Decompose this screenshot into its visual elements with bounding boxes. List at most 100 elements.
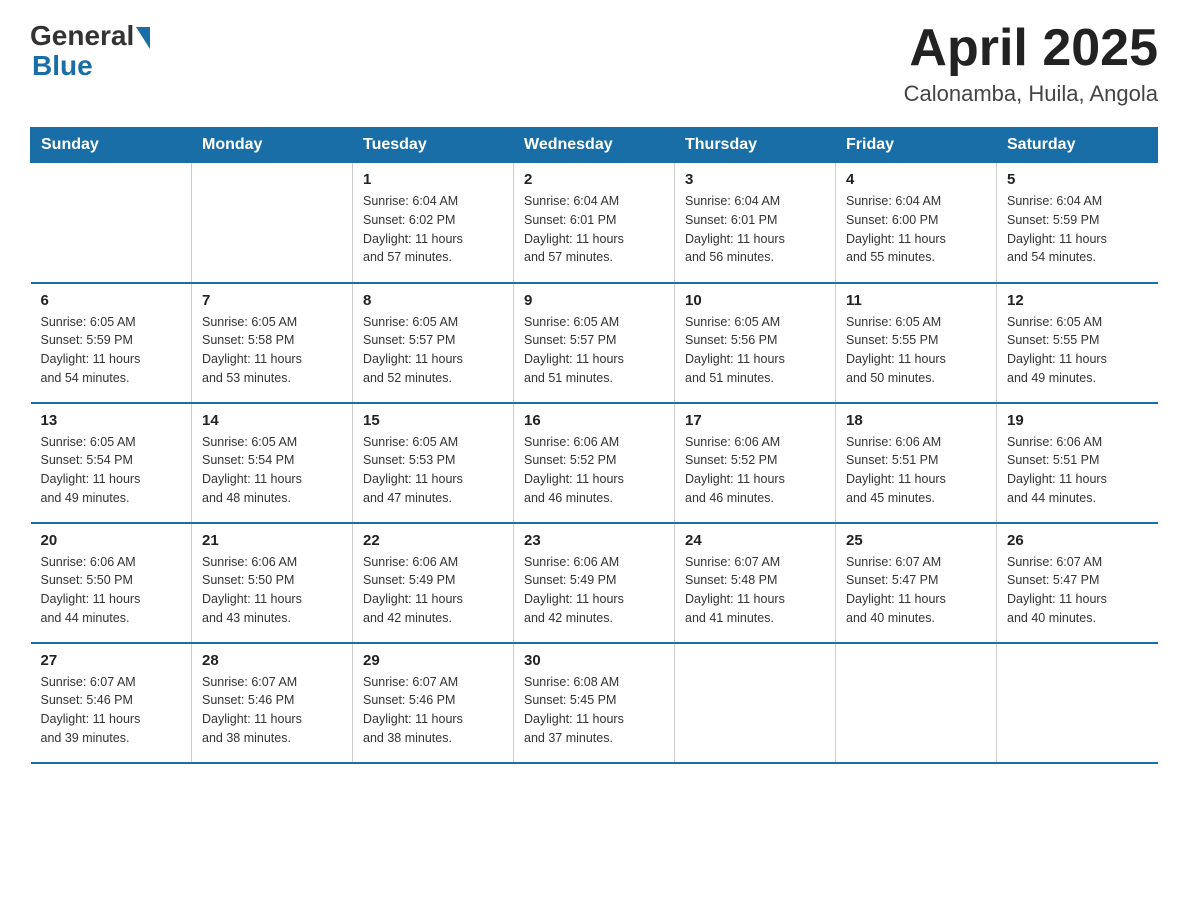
table-row: 29 Sunrise: 6:07 AMSunset: 5:46 PMDayligh…: [353, 643, 514, 763]
page-header: General Blue April 2025 Calonamba, Huila…: [30, 20, 1158, 107]
table-row: 3 Sunrise: 6:04 AMSunset: 6:01 PMDaylight…: [675, 163, 836, 283]
col-thursday: Thursday: [675, 128, 836, 163]
day-info: Sunrise: 6:05 AMSunset: 5:56 PMDaylight:…: [685, 313, 825, 388]
day-info: Sunrise: 6:05 AMSunset: 5:55 PMDaylight:…: [1007, 313, 1148, 388]
day-number: 19: [1007, 412, 1148, 429]
day-number: 2: [524, 171, 664, 188]
logo-blue-text: Blue: [32, 50, 93, 82]
day-info: Sunrise: 6:05 AMSunset: 5:58 PMDaylight:…: [202, 313, 342, 388]
calendar-week-row: 13Sunrise: 6:05 AMSunset: 5:54 PMDayligh…: [31, 403, 1158, 523]
col-saturday: Saturday: [997, 128, 1158, 163]
calendar-week-row: 6Sunrise: 6:05 AMSunset: 5:59 PMDaylight…: [31, 283, 1158, 403]
table-row: [997, 643, 1158, 763]
day-info: Sunrise: 6:06 AMSunset: 5:50 PMDaylight:…: [41, 553, 182, 628]
day-info: Sunrise: 6:04 AMSunset: 5:59 PMDaylight:…: [1007, 192, 1148, 267]
day-number: 26: [1007, 532, 1148, 549]
table-row: 28 Sunrise: 6:07 AMSunset: 5:46 PMDayligh…: [192, 643, 353, 763]
calendar-week-row: 1Sunrise: 6:04 AMSunset: 6:02 PMDaylight…: [31, 163, 1158, 283]
table-row: 24 Sunrise: 6:07 AMSunset: 5:48 PMDayligh…: [675, 523, 836, 643]
day-info: Sunrise: 6:05 AMSunset: 5:53 PMDaylight:…: [363, 433, 503, 508]
location-title: Calonamba, Huila, Angola: [904, 81, 1158, 107]
table-row: [31, 163, 192, 283]
col-sunday: Sunday: [31, 128, 192, 163]
day-info: Sunrise: 6:07 AMSunset: 5:47 PMDaylight:…: [846, 553, 986, 628]
day-number: 9: [524, 292, 664, 309]
day-number: 22: [363, 532, 503, 549]
table-row: 14Sunrise: 6:05 AMSunset: 5:54 PMDayligh…: [192, 403, 353, 523]
day-number: 18: [846, 412, 986, 429]
day-info: Sunrise: 6:04 AMSunset: 6:01 PMDaylight:…: [685, 192, 825, 267]
day-info: Sunrise: 6:05 AMSunset: 5:59 PMDaylight:…: [41, 313, 182, 388]
table-row: 27 Sunrise: 6:07 AMSunset: 5:46 PMDayligh…: [31, 643, 192, 763]
table-row: [192, 163, 353, 283]
table-row: 26 Sunrise: 6:07 AMSunset: 5:47 PMDayligh…: [997, 523, 1158, 643]
table-row: 1Sunrise: 6:04 AMSunset: 6:02 PMDaylight…: [353, 163, 514, 283]
table-row: 18 Sunrise: 6:06 AMSunset: 5:51 PMDayligh…: [836, 403, 997, 523]
month-title: April 2025: [904, 20, 1158, 77]
day-info: Sunrise: 6:04 AMSunset: 6:00 PMDaylight:…: [846, 192, 986, 267]
day-number: 11: [846, 292, 986, 309]
day-number: 15: [363, 412, 503, 429]
table-row: 17Sunrise: 6:06 AMSunset: 5:52 PMDayligh…: [675, 403, 836, 523]
calendar-week-row: 20 Sunrise: 6:06 AMSunset: 5:50 PMDayligh…: [31, 523, 1158, 643]
day-number: 27: [41, 652, 182, 669]
table-row: 30 Sunrise: 6:08 AMSunset: 5:45 PMDayligh…: [514, 643, 675, 763]
table-row: 19 Sunrise: 6:06 AMSunset: 5:51 PMDayligh…: [997, 403, 1158, 523]
day-info: Sunrise: 6:05 AMSunset: 5:54 PMDaylight:…: [41, 433, 182, 508]
logo-general-text: General: [30, 20, 134, 52]
day-info: Sunrise: 6:06 AMSunset: 5:52 PMDaylight:…: [685, 433, 825, 508]
table-row: 21Sunrise: 6:06 AMSunset: 5:50 PMDayligh…: [192, 523, 353, 643]
day-info: Sunrise: 6:06 AMSunset: 5:49 PMDaylight:…: [363, 553, 503, 628]
day-number: 20: [41, 532, 182, 549]
day-info: Sunrise: 6:08 AMSunset: 5:45 PMDaylight:…: [524, 673, 664, 748]
day-info: Sunrise: 6:05 AMSunset: 5:57 PMDaylight:…: [363, 313, 503, 388]
table-row: [836, 643, 997, 763]
day-number: 29: [363, 652, 503, 669]
day-number: 23: [524, 532, 664, 549]
day-number: 16: [524, 412, 664, 429]
table-row: 11Sunrise: 6:05 AMSunset: 5:55 PMDayligh…: [836, 283, 997, 403]
table-row: 5Sunrise: 6:04 AMSunset: 5:59 PMDaylight…: [997, 163, 1158, 283]
calendar-week-row: 27 Sunrise: 6:07 AMSunset: 5:46 PMDayligh…: [31, 643, 1158, 763]
day-number: 12: [1007, 292, 1148, 309]
day-number: 25: [846, 532, 986, 549]
table-row: 4 Sunrise: 6:04 AMSunset: 6:00 PMDaylight…: [836, 163, 997, 283]
day-number: 28: [202, 652, 342, 669]
day-number: 14: [202, 412, 342, 429]
table-row: 9 Sunrise: 6:05 AMSunset: 5:57 PMDaylight…: [514, 283, 675, 403]
table-row: 15 Sunrise: 6:05 AMSunset: 5:53 PMDayligh…: [353, 403, 514, 523]
day-info: Sunrise: 6:07 AMSunset: 5:48 PMDaylight:…: [685, 553, 825, 628]
table-row: 25 Sunrise: 6:07 AMSunset: 5:47 PMDayligh…: [836, 523, 997, 643]
calendar-header-row: Sunday Monday Tuesday Wednesday Thursday…: [31, 128, 1158, 163]
title-block: April 2025 Calonamba, Huila, Angola: [904, 20, 1158, 107]
day-number: 10: [685, 292, 825, 309]
day-info: Sunrise: 6:06 AMSunset: 5:51 PMDaylight:…: [846, 433, 986, 508]
day-number: 8: [363, 292, 503, 309]
day-info: Sunrise: 6:07 AMSunset: 5:46 PMDaylight:…: [202, 673, 342, 748]
table-row: 20 Sunrise: 6:06 AMSunset: 5:50 PMDayligh…: [31, 523, 192, 643]
table-row: 23 Sunrise: 6:06 AMSunset: 5:49 PMDayligh…: [514, 523, 675, 643]
table-row: 6Sunrise: 6:05 AMSunset: 5:59 PMDaylight…: [31, 283, 192, 403]
col-monday: Monday: [192, 128, 353, 163]
day-number: 4: [846, 171, 986, 188]
day-number: 24: [685, 532, 825, 549]
table-row: 13Sunrise: 6:05 AMSunset: 5:54 PMDayligh…: [31, 403, 192, 523]
day-info: Sunrise: 6:06 AMSunset: 5:49 PMDaylight:…: [524, 553, 664, 628]
day-number: 7: [202, 292, 342, 309]
logo-triangle-icon: [136, 27, 150, 49]
table-row: 22 Sunrise: 6:06 AMSunset: 5:49 PMDayligh…: [353, 523, 514, 643]
table-row: 2Sunrise: 6:04 AMSunset: 6:01 PMDaylight…: [514, 163, 675, 283]
day-number: 30: [524, 652, 664, 669]
table-row: 7 Sunrise: 6:05 AMSunset: 5:58 PMDaylight…: [192, 283, 353, 403]
table-row: [675, 643, 836, 763]
day-info: Sunrise: 6:06 AMSunset: 5:51 PMDaylight:…: [1007, 433, 1148, 508]
day-info: Sunrise: 6:07 AMSunset: 5:47 PMDaylight:…: [1007, 553, 1148, 628]
day-info: Sunrise: 6:07 AMSunset: 5:46 PMDaylight:…: [41, 673, 182, 748]
table-row: 10 Sunrise: 6:05 AMSunset: 5:56 PMDayligh…: [675, 283, 836, 403]
table-row: 8 Sunrise: 6:05 AMSunset: 5:57 PMDaylight…: [353, 283, 514, 403]
day-info: Sunrise: 6:05 AMSunset: 5:57 PMDaylight:…: [524, 313, 664, 388]
day-info: Sunrise: 6:06 AMSunset: 5:50 PMDaylight:…: [202, 553, 342, 628]
day-number: 3: [685, 171, 825, 188]
day-info: Sunrise: 6:07 AMSunset: 5:46 PMDaylight:…: [363, 673, 503, 748]
table-row: 16Sunrise: 6:06 AMSunset: 5:52 PMDayligh…: [514, 403, 675, 523]
